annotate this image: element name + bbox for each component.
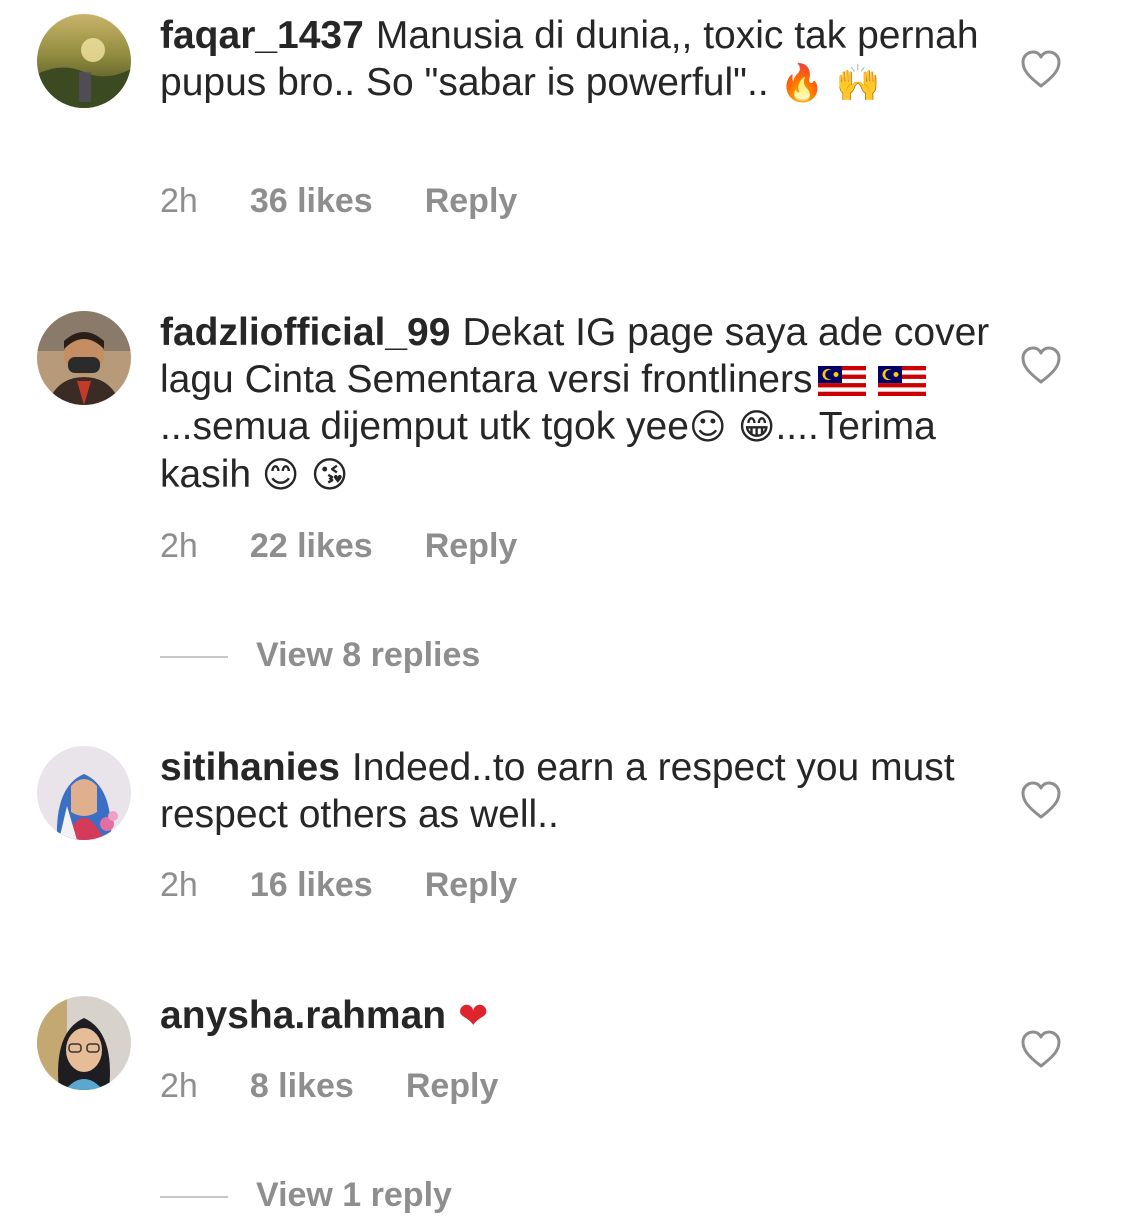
smile-kiss-emoji: 😊 😘 [261, 455, 349, 496]
comment-meta: 2h 22 likes Reply [160, 526, 569, 566]
like-heart-icon[interactable] [1020, 49, 1062, 89]
username[interactable]: sitihanies [160, 746, 340, 789]
smiling-emoji: ☺ 😁 [688, 407, 776, 448]
comment-meta: 2h 36 likes Reply [160, 181, 569, 221]
comment-meta: 2h 16 likes Reply [160, 865, 569, 905]
like-heart-icon[interactable] [1020, 345, 1062, 385]
username[interactable]: fadzliofficial_99 [160, 311, 450, 354]
avatar[interactable] [37, 996, 131, 1090]
comment-text: fadzliofficial_99 Dekat IG page saya ade … [160, 309, 990, 499]
likes-count[interactable]: 36 likes [250, 182, 373, 220]
username[interactable]: faqar_1437 [160, 14, 364, 57]
timestamp: 2h [160, 182, 198, 220]
replies-divider-line [160, 656, 228, 659]
like-heart-icon[interactable] [1020, 1029, 1062, 1069]
red-heart-emoji: ❤ [458, 996, 489, 1037]
replies-divider-line [160, 1196, 228, 1199]
likes-count[interactable]: 22 likes [250, 527, 373, 565]
avatar[interactable] [37, 311, 131, 405]
view-replies-label: View 8 replies [256, 636, 481, 674]
likes-count[interactable]: 16 likes [250, 866, 373, 904]
malaysia-flag-icon [878, 366, 927, 396]
likes-count[interactable]: 8 likes [250, 1067, 354, 1105]
username[interactable]: anysha.rahman [160, 994, 446, 1037]
comment-text: anysha.rahman ❤ [160, 992, 990, 1040]
comment-text: sitihanies Indeed..to earn a respect you … [160, 744, 990, 838]
comment-body-2: ...semua dijemput utk tgok yee [160, 405, 689, 448]
comment-text: faqar_1437 Manusia di dunia,, toxic tak p… [160, 12, 990, 107]
avatar[interactable] [37, 14, 131, 108]
comment-meta: 2h 8 likes Reply [160, 1066, 550, 1106]
timestamp: 2h [160, 866, 198, 904]
reply-button[interactable]: Reply [425, 866, 518, 904]
timestamp: 2h [160, 1067, 198, 1105]
view-replies-label: View 1 reply [256, 1176, 452, 1214]
like-heart-icon[interactable] [1020, 780, 1062, 820]
reply-button[interactable]: Reply [406, 1067, 499, 1105]
view-replies-button[interactable]: View 1 reply [160, 1175, 452, 1215]
timestamp: 2h [160, 527, 198, 565]
avatar[interactable] [37, 746, 131, 840]
view-replies-button[interactable]: View 8 replies [160, 635, 480, 675]
malaysia-flag-icon [818, 366, 867, 396]
fire-raised-hands-emoji: 🔥 🙌 [779, 63, 881, 104]
reply-button[interactable]: Reply [425, 182, 518, 220]
reply-button[interactable]: Reply [425, 527, 518, 565]
